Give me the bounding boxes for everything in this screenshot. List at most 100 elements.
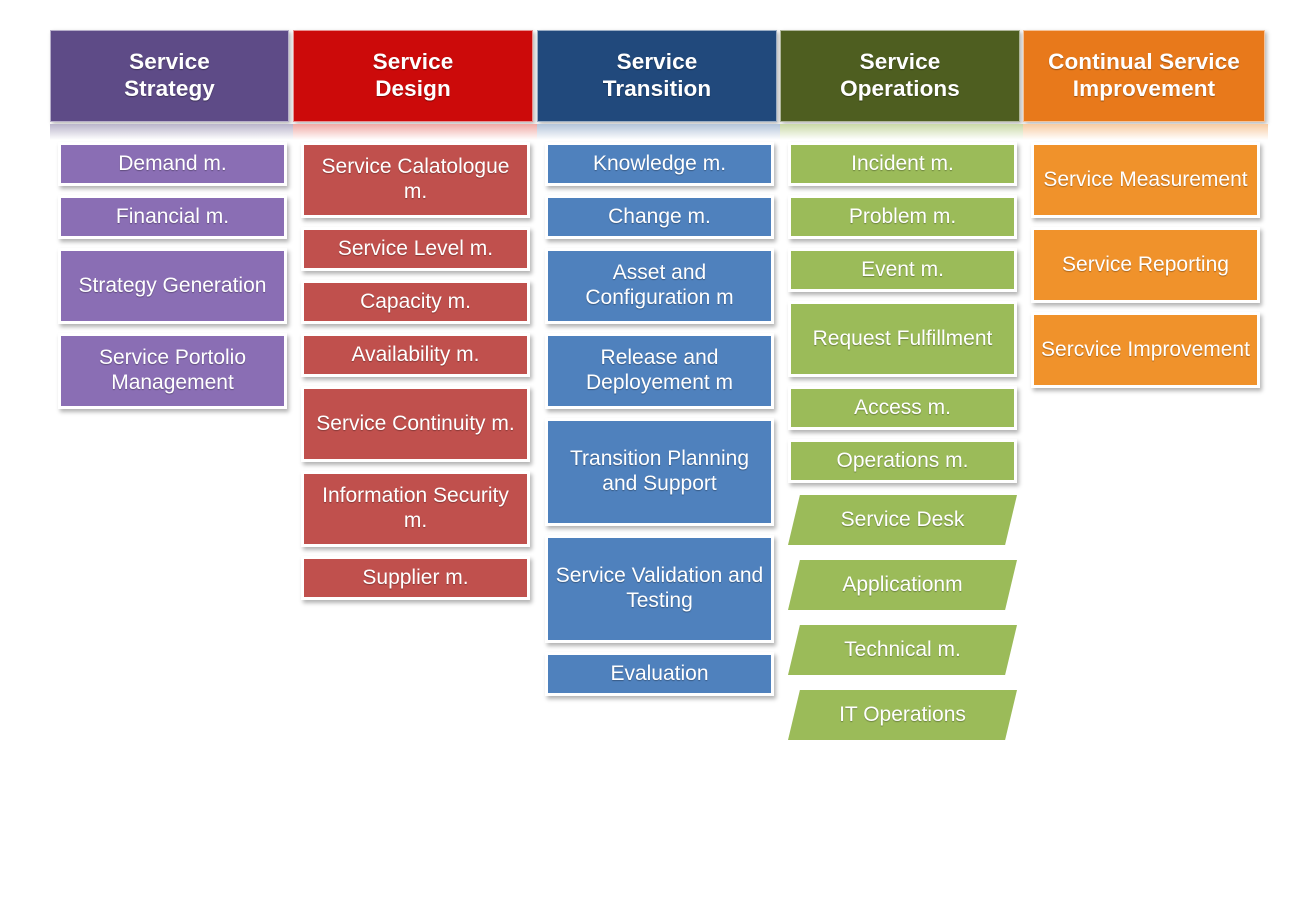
column-header-service-transition[interactable]: Service Transition: [537, 30, 777, 122]
column-header-text: Service Design: [373, 49, 454, 102]
column-header-text: Service Strategy: [124, 49, 215, 102]
process-label: Supplier m.: [362, 565, 469, 589]
column-body-service-strategy: Demand m. Financial m. Strategy Generation…: [50, 140, 295, 409]
process-label: IT Operations: [839, 702, 966, 726]
column-service-design: Service Design Service Calatologue m. Servi…: [293, 30, 538, 609]
column-header-line-2: Transition: [602, 76, 712, 101]
column-service-transition: Service Transition Knowledge m. Change m. As…: [537, 30, 782, 705]
process-box[interactable]: Event m.: [788, 248, 1017, 292]
process-box[interactable]: Service Portolio Management: [58, 333, 287, 409]
process-box-slanted-frame: IT Operations: [781, 687, 1024, 743]
process-box[interactable]: Asset and Configuration m: [545, 248, 774, 324]
column-header-text: Continual Service Improvement: [1048, 49, 1240, 102]
process-label: Information Security m.: [322, 484, 509, 532]
process-box[interactable]: Availability m.: [301, 333, 530, 377]
column-header-line-1: Service: [616, 49, 698, 75]
process-label: Access m.: [854, 395, 951, 419]
process-box[interactable]: Service Desk: [788, 495, 1017, 545]
column-body-service-design: Service Calatologue m. Service Level m. Ca…: [293, 140, 538, 600]
column-header-service-strategy[interactable]: Service Strategy: [50, 30, 289, 122]
process-box[interactable]: Service Measurement: [1031, 142, 1260, 218]
process-label: Strategy Generation: [78, 273, 267, 297]
column-header-line-1: Service: [859, 49, 941, 75]
process-box[interactable]: Knowledge m.: [545, 142, 774, 186]
column-glow-strip: [293, 124, 538, 140]
column-glow-strip: [1023, 124, 1268, 140]
process-box[interactable]: Sercvice Improvement: [1031, 312, 1260, 388]
process-box[interactable]: Transition Planning and Support: [545, 418, 774, 526]
itil-lifecycle-diagram: Service Strategy Demand m. Financial m. Stra…: [0, 0, 1308, 904]
process-box[interactable]: Demand m.: [58, 142, 287, 186]
process-label: Request Fulfillment: [812, 326, 993, 350]
column-glow-strip: [780, 124, 1025, 140]
column-service-strategy: Service Strategy Demand m. Financial m. Stra…: [50, 30, 295, 418]
process-box-slanted-frame: Service Desk: [781, 492, 1024, 548]
process-box[interactable]: Evaluation: [545, 652, 774, 696]
process-box[interactable]: Service Calatologue m.: [301, 142, 530, 218]
column-header-text: Service Operations: [840, 49, 960, 102]
process-box[interactable]: Service Level m.: [301, 227, 530, 271]
process-box[interactable]: Change m.: [545, 195, 774, 239]
column-header-service-design[interactable]: Service Design: [293, 30, 533, 122]
process-label: Event m.: [861, 257, 944, 281]
process-label: Service Measurement: [1043, 167, 1248, 191]
process-box[interactable]: Problem m.: [788, 195, 1017, 239]
process-label: Service Continuity m.: [316, 411, 515, 435]
column-continual-service-improvement: Continual Service Improvement Service Meas…: [1023, 30, 1268, 397]
process-box[interactable]: Operations m.: [788, 439, 1017, 483]
column-header-service-operations[interactable]: Service Operations: [780, 30, 1020, 122]
process-box[interactable]: Request Fulfillment: [788, 301, 1017, 377]
process-label: Knowledge m.: [592, 151, 727, 175]
process-label: Availability m.: [351, 342, 480, 366]
process-label: Release and Deployement m: [585, 346, 734, 394]
column-header-continual-service-improvement[interactable]: Continual Service Improvement: [1023, 30, 1265, 122]
process-box[interactable]: Service Reporting: [1031, 227, 1260, 303]
column-header-line-2: Strategy: [124, 76, 215, 101]
column-body-continual-service-improvement: Service Measurement Service Reporting Serc…: [1023, 140, 1268, 388]
process-label: Financial m.: [115, 204, 230, 228]
process-box[interactable]: Capacity m.: [301, 280, 530, 324]
process-box[interactable]: Information Security m.: [301, 471, 530, 547]
process-box[interactable]: Release and Deployement m: [545, 333, 774, 409]
process-label: Service Calatologue m.: [321, 155, 510, 203]
process-label: Evaluation: [610, 661, 709, 685]
process-box[interactable]: Supplier m.: [301, 556, 530, 600]
process-label: Technical m.: [844, 637, 961, 661]
column-header-text: Service Transition: [603, 49, 712, 102]
column-body-service-operations: Incident m. Problem m. Event m. Request Ful…: [780, 140, 1025, 743]
process-box[interactable]: Technical m.: [788, 625, 1017, 675]
process-box[interactable]: Service Continuity m.: [301, 386, 530, 462]
process-label: Transition Planning and Support: [570, 447, 749, 495]
process-box[interactable]: IT Operations: [788, 690, 1017, 740]
process-box-slanted-frame: Technical m.: [781, 622, 1024, 678]
process-box[interactable]: Service Validation and Testing: [545, 535, 774, 643]
process-box[interactable]: Access m.: [788, 386, 1017, 430]
column-body-service-transition: Knowledge m. Change m. Asset and Configura…: [537, 140, 782, 696]
process-label: Sercvice Improvement: [1041, 337, 1250, 361]
process-label: Capacity m.: [360, 289, 471, 313]
process-label: Service Desk: [840, 507, 965, 531]
process-label: Service Level m.: [337, 236, 494, 260]
process-label: Asset and Configuration m: [585, 261, 734, 309]
column-glow-strip: [537, 124, 782, 140]
column-service-operations: Service Operations Incident m. Problem m. Ev…: [780, 30, 1025, 752]
process-label: Change m.: [608, 204, 711, 228]
process-label: Problem m.: [848, 204, 957, 228]
column-header-line-1: Continual Service: [1048, 49, 1240, 75]
column-header-line-1: Service: [372, 49, 454, 75]
process-box[interactable]: Incident m.: [788, 142, 1017, 186]
column-glow-strip: [50, 124, 295, 140]
process-label: Demand m.: [118, 151, 227, 175]
column-header-line-2: Improvement: [1072, 76, 1216, 101]
process-label: Incident m.: [851, 151, 954, 175]
process-box-slanted-frame: Applicationm: [781, 557, 1024, 613]
process-label: Service Validation and Testing: [555, 564, 764, 612]
process-label: Operations m.: [836, 448, 969, 472]
process-box[interactable]: Financial m.: [58, 195, 287, 239]
column-header-line-1: Service: [129, 49, 210, 75]
process-box[interactable]: Strategy Generation: [58, 248, 287, 324]
process-label: Applicationm: [842, 572, 963, 596]
process-label: Service Reporting: [1062, 252, 1229, 276]
column-header-line-2: Design: [375, 76, 451, 101]
process-box[interactable]: Applicationm: [788, 560, 1017, 610]
